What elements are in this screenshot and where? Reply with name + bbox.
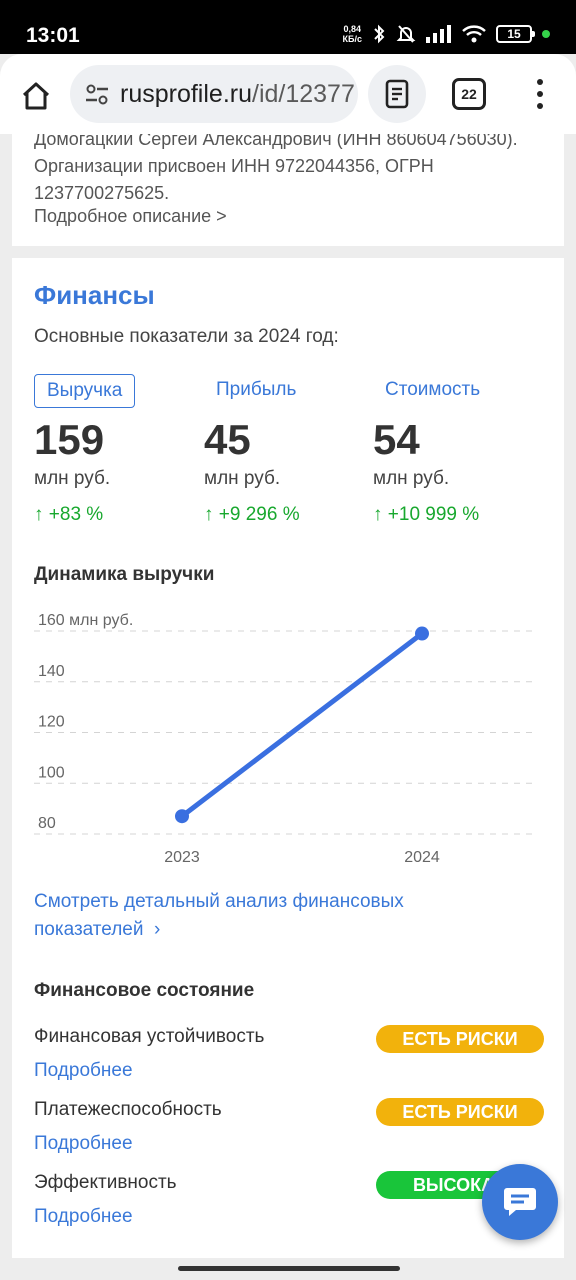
status-bar: 13:01 0,84 КБ/с 15 (0, 0, 576, 54)
status-icons: 0,84 КБ/с 15 (343, 24, 550, 44)
home-button[interactable] (16, 76, 56, 116)
metric-value: 45 (204, 416, 251, 463)
state-label: Эффективность (34, 1172, 177, 1193)
metric-profit: Прибыль 45 млн руб. ↑ +9 296 % (204, 374, 374, 526)
finance-subtitle: Основные показатели за 2024 год: (34, 326, 339, 347)
tab-profit[interactable]: Прибыль (204, 374, 296, 408)
finance-card: Финансы Основные показатели за 2024 год:… (12, 258, 564, 1258)
revenue-chart: 80 100 120 140 160 млн руб. 2023 2024 (34, 598, 544, 878)
status-badge: ЕСТЬ РИСКИ (376, 1098, 544, 1126)
state-row-efficiency: Эффективность Подробнее ВЫСОКАЯ (34, 1171, 544, 1242)
y-tick-label: 120 (38, 714, 65, 731)
chat-icon (504, 1188, 536, 1216)
wifi-icon (462, 25, 486, 43)
mute-icon (396, 24, 416, 44)
state-label: Финансовая устойчивость (34, 1026, 265, 1047)
bluetooth-icon (372, 24, 386, 44)
status-time: 13:01 (26, 24, 80, 47)
url-text[interactable]: rusprofile.ru/id/12377 (120, 80, 355, 109)
status-badge: ЕСТЬ РИСКИ (376, 1025, 544, 1053)
state-row-solvency: Платежеспособность Подробнее ЕСТЬ РИСКИ (34, 1098, 544, 1169)
state-details-link[interactable]: Подробнее (34, 1206, 133, 1228)
finance-title: Финансы (34, 280, 155, 310)
metric-value-cost: Стоимость 54 млн руб. ↑ +10 999 % (373, 374, 543, 526)
reader-mode-button[interactable] (368, 65, 426, 123)
y-tick-label: 160 млн руб. (38, 612, 133, 629)
home-icon (22, 82, 50, 110)
company-description: Домогацкий Сергей Александрович (ИНН 860… (34, 134, 518, 203)
state-details-link[interactable]: Подробнее (34, 1133, 133, 1155)
metric-revenue: Выручка 159 млн руб. ↑ +83 % (34, 374, 204, 526)
y-tick-label: 140 (38, 663, 65, 680)
more-vert-icon[interactable] (528, 76, 552, 112)
metric-unit: млн руб. (373, 468, 450, 489)
metric-value: 54 (373, 416, 420, 463)
state-row-stability: Финансовая устойчивость Подробнее ЕСТЬ Р… (34, 1025, 544, 1096)
state-details-link[interactable]: Подробнее (34, 1060, 133, 1082)
revenue-dynamics-title: Динамика выручки (34, 564, 215, 585)
detailed-description-link[interactable]: Подробное описание > (34, 206, 227, 227)
y-tick-label: 100 (38, 764, 65, 781)
metric-delta: ↑ +83 % (34, 504, 104, 525)
state-label: Платежеспособность (34, 1099, 222, 1120)
x-tick-label: 2023 (164, 849, 200, 866)
tab-revenue[interactable]: Выручка (34, 374, 136, 408)
metric-unit: млн руб. (204, 468, 281, 489)
tune-icon[interactable] (82, 79, 112, 109)
metric-delta: ↑ +10 999 % (373, 504, 480, 525)
revenue-line-chart: 80 100 120 140 160 млн руб. 2023 2024 (34, 612, 536, 866)
y-tick-label: 80 (38, 815, 56, 832)
battery-icon: 15 (496, 25, 535, 43)
privacy-indicator-icon (542, 30, 550, 38)
network-speed: 0,84 КБ/с (342, 24, 362, 44)
metric-delta: ↑ +9 296 % (204, 504, 300, 525)
company-description-card: Домогацкий Сергей Александрович (ИНН 860… (12, 134, 564, 246)
home-gesture-bar[interactable] (178, 1266, 400, 1271)
data-point[interactable] (175, 809, 189, 824)
financial-state-title: Финансовое состояние (34, 980, 255, 1001)
chevron-right-icon: › (143, 919, 161, 940)
chat-button[interactable] (482, 1164, 558, 1240)
browser-toolbar: rusprofile.ru/id/12377 22 (0, 54, 576, 134)
tab-switcher-button[interactable]: 22 (452, 78, 486, 110)
address-bar[interactable]: rusprofile.ru/id/12377 (70, 65, 358, 123)
metric-unit: млн руб. (34, 468, 111, 489)
tab-cost[interactable]: Стоимость (373, 374, 480, 408)
data-point[interactable] (415, 626, 429, 641)
signal-icon (426, 25, 452, 43)
financial-analysis-link[interactable]: Смотреть детальный анализ финансовых пок… (34, 888, 504, 944)
reader-icon (385, 79, 409, 109)
system-nav-bar (0, 1258, 576, 1280)
series-line (179, 631, 425, 819)
x-tick-label: 2024 (404, 849, 440, 866)
metric-value: 159 (34, 416, 105, 463)
